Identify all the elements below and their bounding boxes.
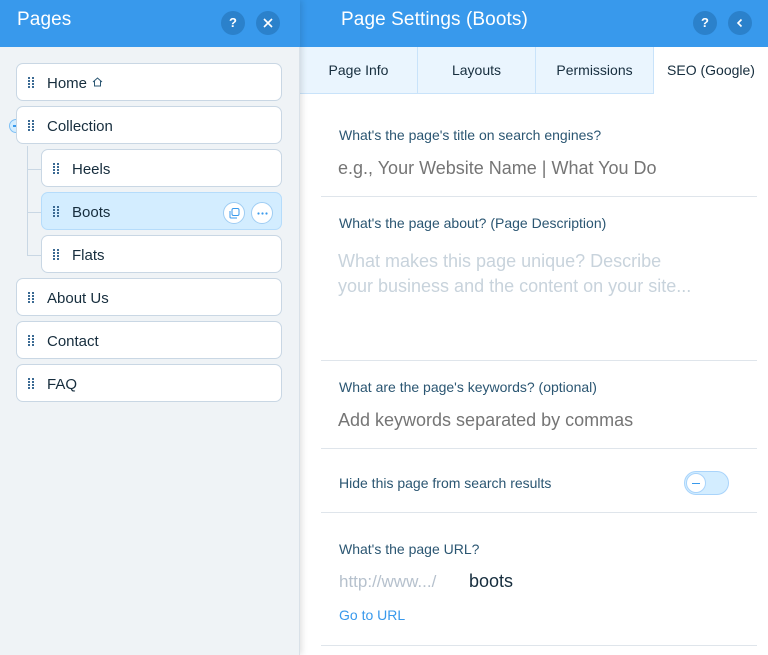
seo-description-textarea[interactable]: What makes this page unique? Describe yo… xyxy=(338,249,748,349)
pages-close-button[interactable] xyxy=(256,11,280,35)
page-item-flats[interactable]: Flats xyxy=(41,235,282,273)
page-settings-header: Page Settings (Boots) ? xyxy=(300,0,768,47)
pages-panel-header: Pages ? xyxy=(0,0,300,47)
drag-handle-icon[interactable] xyxy=(53,206,62,218)
page-item-about-us[interactable]: About Us xyxy=(16,278,282,316)
page-item-contact[interactable]: Contact xyxy=(16,321,282,359)
page-item-faq[interactable]: FAQ xyxy=(16,364,282,402)
more-icon xyxy=(257,212,268,215)
seo-description-label: What's the page about? (Page Description… xyxy=(339,215,607,231)
tab-layouts[interactable]: Layouts xyxy=(418,47,536,94)
tree-branch xyxy=(27,169,41,170)
tab-permissions[interactable]: Permissions xyxy=(536,47,654,94)
drag-handle-icon[interactable] xyxy=(53,163,62,175)
duplicate-page-button[interactable] xyxy=(223,202,245,224)
page-settings-panel: Page Settings (Boots) ? Page Info Layout… xyxy=(300,0,768,655)
seo-title-input[interactable] xyxy=(338,156,748,181)
page-settings-title: Page Settings (Boots) xyxy=(341,9,528,30)
close-icon xyxy=(263,18,273,28)
home-icon xyxy=(92,77,103,87)
divider xyxy=(321,448,757,449)
settings-help-button[interactable]: ? xyxy=(693,11,717,35)
tree-line xyxy=(27,146,28,256)
divider xyxy=(321,645,757,646)
page-item-collection[interactable]: Collection xyxy=(16,106,282,144)
page-item-heels[interactable]: Heels xyxy=(41,149,282,187)
description-placeholder-line: your business and the content on your si… xyxy=(338,276,692,296)
pages-help-button[interactable]: ? xyxy=(221,11,245,35)
tree-branch xyxy=(27,255,41,256)
divider xyxy=(321,512,757,513)
divider xyxy=(321,360,757,361)
drag-handle-icon[interactable] xyxy=(28,120,37,132)
pages-panel: Pages ? Home Collection Heels Boots Flat… xyxy=(0,0,300,655)
seo-title-label: What's the page's title on search engine… xyxy=(339,127,602,143)
page-item-label: Home xyxy=(47,75,88,92)
chevron-left-icon xyxy=(736,18,743,28)
duplicate-icon xyxy=(229,208,240,219)
seo-keywords-label: What are the page's keywords? (optional) xyxy=(339,379,597,395)
page-item-boots[interactable]: Boots xyxy=(41,192,282,230)
drag-handle-icon[interactable] xyxy=(28,77,37,89)
page-item-label: Boots xyxy=(72,204,111,221)
divider xyxy=(321,196,757,197)
drag-handle-icon[interactable] xyxy=(28,335,37,347)
hide-from-search-label: Hide this page from search results xyxy=(339,475,552,491)
url-slug-input[interactable]: boots xyxy=(469,571,513,592)
hide-from-search-toggle[interactable] xyxy=(684,471,729,495)
go-to-url-link[interactable]: Go to URL xyxy=(339,607,405,623)
drag-handle-icon[interactable] xyxy=(53,249,62,261)
page-more-actions-button[interactable] xyxy=(251,202,273,224)
tab-page-info[interactable]: Page Info xyxy=(300,47,418,94)
tab-seo-google[interactable]: SEO (Google) xyxy=(654,47,768,95)
page-item-label: FAQ xyxy=(47,376,78,393)
description-placeholder-line: What makes this page unique? Describe xyxy=(338,251,662,271)
page-item-home[interactable]: Home xyxy=(16,63,282,101)
drag-handle-icon[interactable] xyxy=(28,292,37,304)
drag-handle-icon[interactable] xyxy=(28,378,37,390)
page-item-label: About Us xyxy=(47,290,109,307)
page-item-label: Heels xyxy=(72,161,111,178)
page-item-label: Flats xyxy=(72,247,105,264)
tree-branch xyxy=(27,212,41,213)
settings-tabs: Page Info Layouts Permissions SEO (Googl… xyxy=(300,47,768,95)
toggle-knob xyxy=(686,473,706,493)
pages-panel-title: Pages xyxy=(17,9,72,30)
page-item-label: Collection xyxy=(47,118,113,135)
seo-keywords-input[interactable] xyxy=(338,408,748,433)
url-prefix: http://www.../ xyxy=(339,572,437,591)
settings-back-button[interactable] xyxy=(728,11,752,35)
page-url-label: What's the page URL? xyxy=(339,541,480,557)
page-item-label: Contact xyxy=(47,333,99,350)
